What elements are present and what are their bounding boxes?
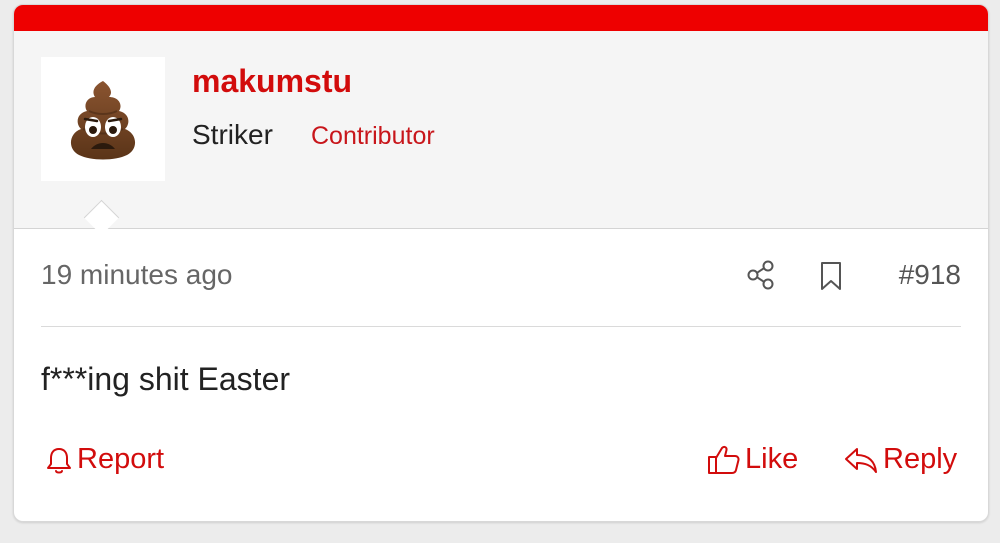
post-accent-bar <box>14 5 988 31</box>
avatar[interactable] <box>41 57 165 181</box>
bookmark-icon[interactable] <box>818 261 844 291</box>
post-meta-row: 19 minutes ago #918 <box>14 229 988 325</box>
report-button[interactable]: Report <box>45 443 164 476</box>
reply-label: Reply <box>883 443 958 475</box>
report-label: Report <box>77 443 165 475</box>
author-role-badge: Contributor <box>311 122 435 150</box>
author-rank: Striker <box>192 119 273 150</box>
reply-icon <box>845 447 877 473</box>
like-button[interactable]: Like <box>707 443 798 476</box>
author-block: makumstu Striker Contributor <box>14 31 988 236</box>
post-divider <box>41 326 961 327</box>
thumbs-up-icon <box>708 445 740 474</box>
post-number[interactable]: #918 <box>899 259 961 291</box>
pile-of-poo-emoji <box>70 81 136 160</box>
share-icon[interactable] <box>746 259 776 291</box>
reply-button[interactable]: Reply <box>843 443 957 476</box>
like-label: Like <box>745 443 799 475</box>
bell-icon <box>47 447 71 473</box>
post-body: f***ing shit Easter <box>41 361 291 397</box>
post-timestamp[interactable]: 19 minutes ago <box>41 259 232 291</box>
author-username[interactable]: makumstu <box>192 63 352 100</box>
forum-post-card: makumstu Striker Contributor 19 minutes … <box>13 4 989 522</box>
